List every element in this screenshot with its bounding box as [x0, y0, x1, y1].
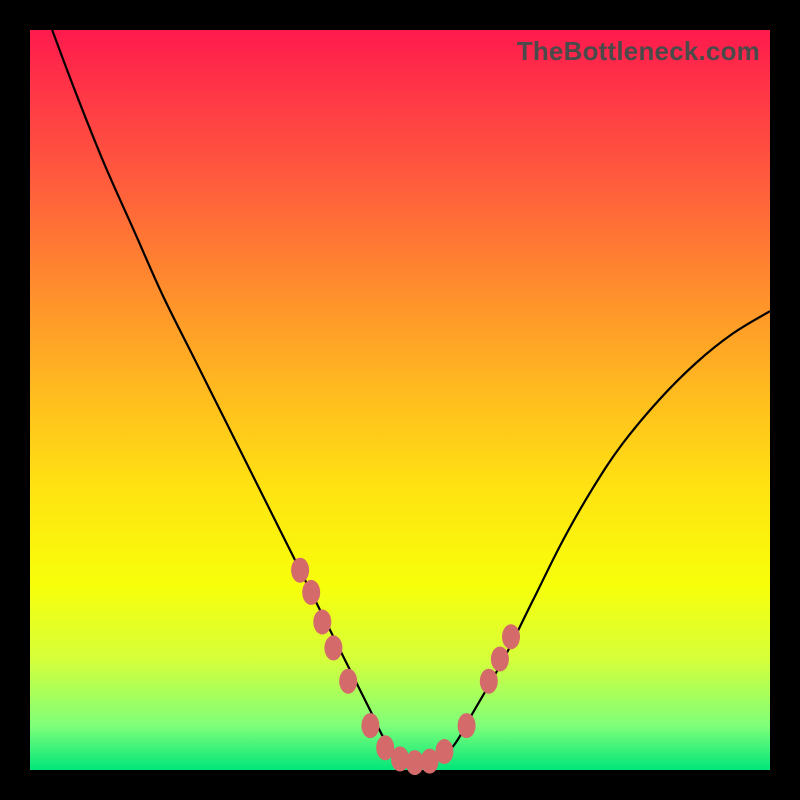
- chart-container: TheBottleneck.com: [0, 0, 800, 800]
- marker-group: [291, 558, 520, 775]
- chart-marker: [361, 713, 379, 738]
- chart-marker: [302, 580, 320, 605]
- watermark-text: TheBottleneck.com: [517, 36, 760, 67]
- chart-marker: [435, 739, 453, 764]
- chart-marker: [291, 558, 309, 583]
- chart-marker: [421, 749, 439, 774]
- bottleneck-curve: [52, 30, 770, 764]
- chart-svg: [30, 30, 770, 770]
- chart-marker: [491, 647, 509, 672]
- chart-marker: [376, 735, 394, 760]
- chart-marker: [324, 635, 342, 660]
- chart-marker: [458, 713, 476, 738]
- chart-marker: [406, 750, 424, 775]
- chart-marker: [339, 669, 357, 694]
- plot-area: TheBottleneck.com: [30, 30, 770, 770]
- chart-marker: [480, 669, 498, 694]
- chart-marker: [313, 610, 331, 635]
- chart-marker: [391, 746, 409, 771]
- chart-marker: [502, 624, 520, 649]
